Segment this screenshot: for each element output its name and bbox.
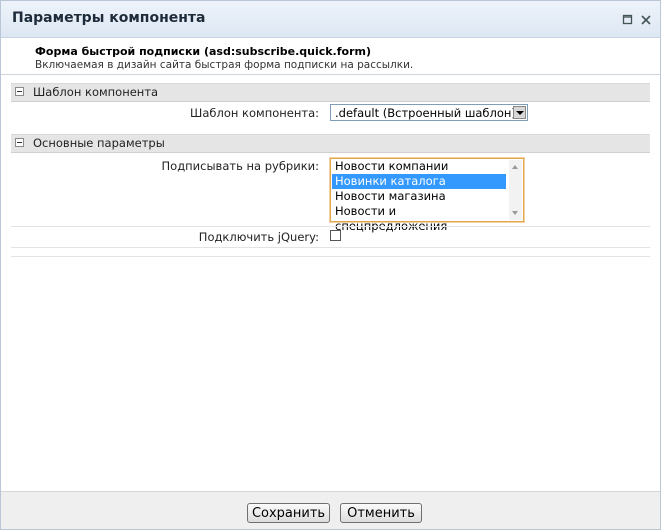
component-name: Форма быстрой подписки (asd:subscribe.qu… (35, 45, 371, 58)
rubrics-label: Подписывать на рубрики: (161, 159, 319, 173)
list-item[interactable]: Новости компании (332, 159, 506, 174)
section-template-title: Шаблон компонента (33, 85, 159, 99)
title-bar[interactable]: Параметры компонента (1, 1, 660, 38)
jquery-checkbox[interactable] (330, 230, 341, 241)
jquery-label: Подключить jQuery: (198, 230, 319, 244)
row-divider (11, 247, 650, 256)
section-basic-title: Основные параметры (33, 136, 165, 150)
minus-icon[interactable] (15, 138, 24, 147)
list-item[interactable]: Новости магазина (332, 189, 506, 204)
template-label: Шаблон компонента: (190, 106, 319, 120)
row-divider (11, 256, 650, 257)
component-params-dialog: Параметры компонента Форма быстрой подпи… (0, 0, 661, 530)
header-divider (1, 74, 660, 75)
list-item[interactable]: Новости и спецпредложения (332, 204, 506, 233)
rubrics-row: Подписывать на рубрики: Новости компании… (11, 158, 650, 233)
list-item[interactable]: Новинки каталога (332, 174, 506, 189)
dialog-title: Параметры компонента (12, 10, 206, 26)
jquery-row: Подключить jQuery: (11, 226, 650, 247)
chevron-down-icon[interactable] (512, 211, 518, 215)
minus-icon[interactable] (15, 87, 24, 96)
cancel-button[interactable]: Отменить (340, 503, 422, 523)
rubrics-listbox[interactable]: Новости компании Новинки каталога Новост… (330, 158, 524, 233)
section-basic-header[interactable]: Основные параметры (11, 134, 650, 153)
section-template-header[interactable]: Шаблон компонента (11, 83, 650, 102)
chevron-up-icon[interactable] (512, 165, 518, 169)
save-button[interactable]: Сохранить (247, 503, 330, 523)
listbox-scrollbar[interactable] (509, 160, 522, 220)
component-header: Форма быстрой подписки (asd:subscribe.qu… (1, 38, 660, 71)
close-icon[interactable] (640, 11, 652, 25)
template-select[interactable]: .default (Встроенный шаблон) (330, 104, 528, 121)
maximize-icon[interactable] (622, 11, 634, 25)
template-row: Шаблон компонента: .default (Встроенный … (11, 102, 650, 126)
chevron-down-icon[interactable] (513, 106, 526, 119)
template-select-value: .default (Встроенный шаблон) (335, 106, 516, 120)
component-description: Включаемая в дизайн сайта быстрая форма … (35, 59, 414, 71)
dialog-footer: Сохранить Отменить (1, 491, 660, 529)
